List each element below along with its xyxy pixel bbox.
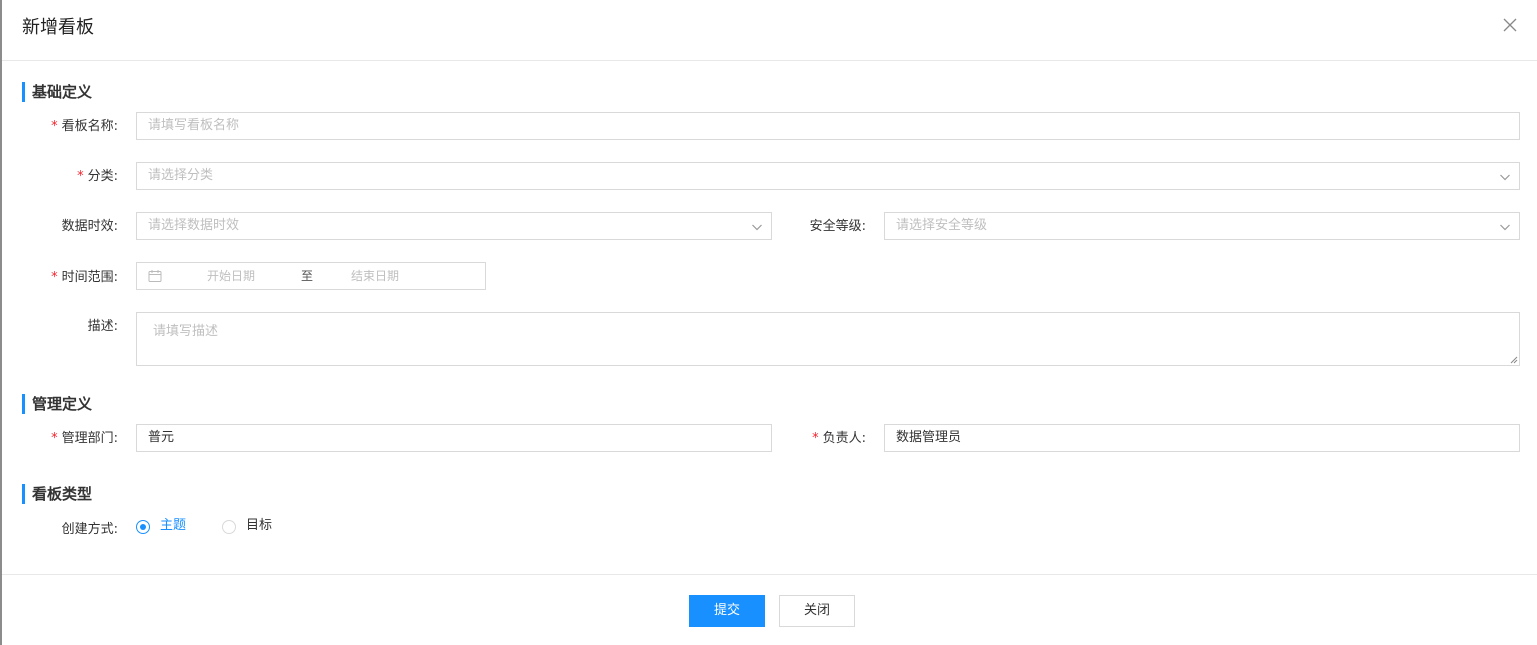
end-date-input[interactable]: 结束日期: [351, 263, 399, 289]
section-basic-title: 基础定义: [22, 82, 92, 102]
radio-topic[interactable]: [136, 520, 150, 534]
category-placeholder: 请选择分类: [148, 168, 214, 183]
board-name-input[interactable]: 请填写看板名称: [136, 112, 1520, 140]
department-label: * 管理部门:: [51, 431, 118, 446]
department-input[interactable]: 普元: [136, 424, 772, 452]
description-label: 描述:: [87, 319, 118, 334]
chevron-down-icon: [1500, 224, 1510, 231]
chevron-down-icon: [752, 224, 762, 231]
time-range-label: * 时间范围:: [51, 270, 118, 285]
board-name-label: * 看板名称:: [51, 119, 118, 134]
required-mark: *: [77, 169, 84, 184]
date-range-picker[interactable]: 开始日期 至 结束日期: [136, 262, 486, 290]
required-mark: *: [51, 270, 58, 285]
board-name-placeholder: 请填写看板名称: [148, 118, 240, 133]
category-label: * 分类:: [77, 169, 118, 184]
owner-label: * 负责人:: [812, 431, 866, 446]
submit-button[interactable]: 提交: [689, 595, 765, 627]
chevron-down-icon: [1500, 174, 1510, 181]
calendar-icon: [148, 270, 162, 282]
security-level-select[interactable]: 请选择安全等级: [884, 212, 1520, 240]
dialog: 新增看板 基础定义 * 看板名称: 请填写看板名称 * 分类: 请选择分类 数据时效…: [0, 0, 1537, 645]
date-range-separator: 至: [301, 269, 314, 283]
dialog-title: 新增看板: [22, 17, 94, 38]
resize-handle-icon[interactable]: [1508, 354, 1518, 364]
dialog-header: 新增看板: [2, 0, 1537, 61]
description-textarea[interactable]: 请填写描述: [136, 312, 1520, 366]
timeliness-placeholder: 请选择数据时效: [148, 218, 240, 233]
close-button[interactable]: [1499, 14, 1523, 38]
dialog-footer: [2, 574, 1537, 575]
required-mark: *: [51, 431, 58, 446]
start-date-input[interactable]: 开始日期: [207, 263, 255, 289]
required-mark: *: [812, 431, 819, 446]
security-level-placeholder: 请选择安全等级: [896, 218, 988, 233]
section-board-type-title: 看板类型: [22, 484, 92, 504]
timeliness-label: 数据时效:: [61, 219, 118, 234]
close-dialog-button[interactable]: 关闭: [779, 595, 855, 627]
radio-target-label[interactable]: 目标: [246, 517, 272, 535]
radio-topic-label[interactable]: 主题: [160, 517, 186, 535]
owner-input[interactable]: 数据管理员: [884, 424, 1520, 452]
description-placeholder: 请填写描述: [153, 324, 219, 339]
creation-method-label: 创建方式:: [61, 522, 118, 537]
security-level-label: 安全等级:: [809, 219, 866, 234]
timeliness-select[interactable]: 请选择数据时效: [136, 212, 772, 240]
required-mark: *: [51, 119, 58, 134]
close-icon: [1503, 18, 1517, 32]
owner-value: 数据管理员: [896, 430, 962, 445]
radio-target[interactable]: [222, 520, 236, 534]
category-select[interactable]: 请选择分类: [136, 162, 1520, 190]
section-management-title: 管理定义: [22, 394, 92, 414]
department-value: 普元: [148, 430, 175, 445]
